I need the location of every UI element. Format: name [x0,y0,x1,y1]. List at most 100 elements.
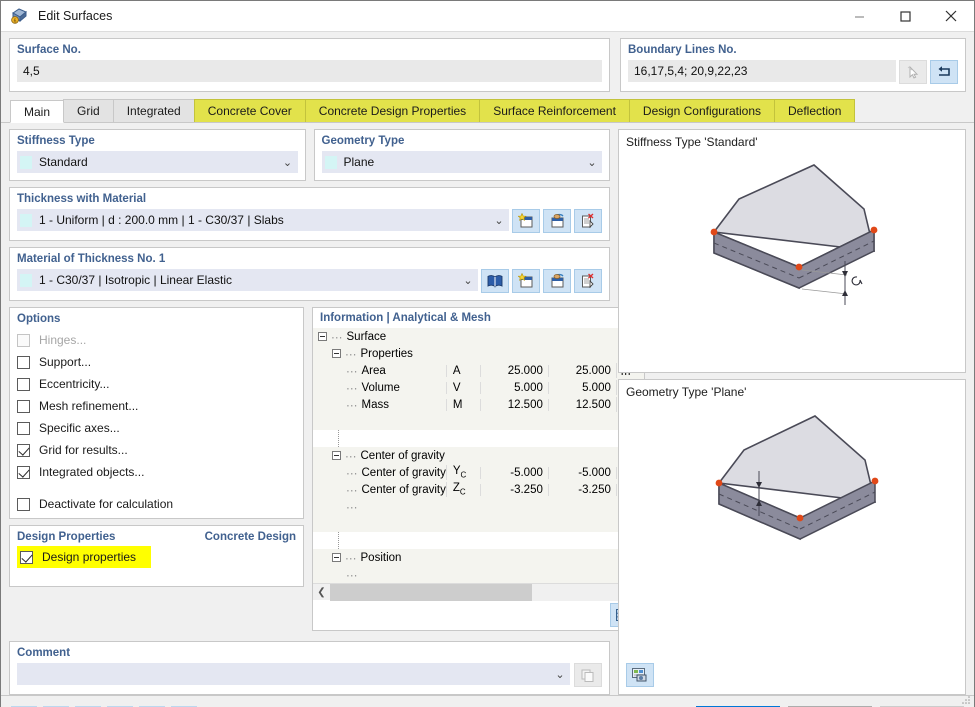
checkbox-deactivate-for-calculation[interactable] [17,498,30,511]
cell-value-2: 25.000 [548,365,616,377]
checkbox-specific-axes[interactable] [17,422,30,435]
chevron-down-icon: ⌄ [582,156,602,169]
option-eccentricity[interactable]: Eccentricity... [17,373,296,395]
tree-row-surface[interactable]: ⋯ Surface [313,328,644,345]
close-button[interactable] [928,1,974,32]
material-group: Material of Thickness No. 1 1 - C30/37 |… [9,247,610,301]
surface-no-input[interactable]: 4,5 [17,60,602,82]
scroll-thumb[interactable] [330,584,532,601]
cell-symbol: M [446,399,480,411]
table-row-spacer [313,515,644,532]
geometry-type-select[interactable]: Plane ⌄ [322,151,603,173]
tree-label: Center of gravity [362,484,446,496]
edit-thickness-icon[interactable] [543,209,571,233]
new-thickness-icon[interactable] [512,209,540,233]
top-fields-row: Surface No. 4,5 Boundary Lines No. 16,17… [1,32,974,94]
left-column: Stiffness Type Standard ⌄ Geometry Type … [9,129,610,695]
option-deactivate-for-calculation[interactable]: Deactivate for calculation [17,493,296,515]
stiffness-type-group: Stiffness Type Standard ⌄ [9,129,306,181]
cell-value-1: 12.500 [480,399,548,411]
stiffness-swatch [20,156,32,169]
tab-main[interactable]: Main [10,100,64,123]
stiffness-preview-label: Stiffness Type 'Standard' [619,130,965,149]
right-column: Stiffness Type 'Standard' [618,129,966,695]
information-hscrollbar[interactable]: ❮ ❯ [313,583,644,600]
thickness-swatch [20,214,32,227]
resize-grip[interactable] [961,694,971,704]
information-tree[interactable]: ⋯ Surface ⋯ Properties [313,328,644,583]
tab-integrated[interactable]: Integrated [113,99,195,122]
cell-symbol: V [446,382,480,394]
thickness-group: Thickness with Material 1 - Uniform | d … [9,187,610,241]
cell-value-2: -3.250 [548,484,616,496]
design-properties-checkbox-row[interactable]: Design properties [17,546,151,568]
comment-label: Comment [17,647,602,659]
checkbox-mesh-refinement[interactable] [17,400,30,413]
expander-icon[interactable] [332,553,341,562]
comment-input[interactable]: ⌄ [17,663,570,685]
checkbox-grid-for-results[interactable] [17,444,30,457]
checkbox-eccentricity[interactable] [17,378,30,391]
title-bar: 6 Edit Surfaces [1,1,974,32]
tab-deflection[interactable]: Deflection [774,99,855,122]
geometry-preview: Geometry Type 'Plane' [618,379,966,695]
surface-no-label: Surface No. [17,44,602,56]
pick-cursor-icon[interactable] [899,60,927,84]
maximize-button[interactable] [882,1,928,32]
expander-icon[interactable] [332,349,341,358]
boundary-lines-label: Boundary Lines No. [628,44,958,56]
checkbox-support[interactable] [17,356,30,369]
checkbox-hinges[interactable] [17,334,30,347]
window-controls [836,1,974,32]
material-library-icon[interactable] [481,269,509,293]
scroll-track[interactable] [330,584,627,601]
boundary-lines-input[interactable]: 16,17,5,4; 20,9,22,23 [628,60,896,82]
tab-surface-reinforcement[interactable]: Surface Reinforcement [479,99,630,122]
expander-icon[interactable] [332,451,341,460]
option-specific-axes[interactable]: Specific axes... [17,417,296,439]
geometry-preview-footer [626,663,654,687]
checkbox-integrated-objects[interactable] [17,466,30,479]
stiffness-type-select[interactable]: Standard ⌄ [17,151,298,173]
copy-comment-icon[interactable] [574,663,602,687]
table-row[interactable]: ⋯ Center of gravity YC -5.000 -5.000 m [313,464,644,481]
table-row[interactable]: ⋯ [313,566,644,583]
table-row[interactable]: ⋯ Center of gravity ZC -3.250 -3.250 m [313,481,644,498]
table-row[interactable]: ⋯ [313,498,644,515]
cell-value-2: 12.500 [548,399,616,411]
bottom-bar: 0,00 A [1,695,974,707]
option-grid-for-results[interactable]: Grid for results... [17,439,296,461]
option-support[interactable]: Support... [17,351,296,373]
table-row[interactable]: ⋯ Mass M 12.500 12.500 t [313,396,644,413]
tree-row-properties[interactable]: ⋯ Properties [313,345,644,362]
delete-material-icon[interactable] [574,269,602,293]
render-image-icon[interactable] [626,663,654,687]
material-select[interactable]: 1 - C30/37 | Isotropic | Linear Elastic … [17,269,478,291]
option-hinges[interactable]: Hinges... [17,329,296,351]
tab-grid[interactable]: Grid [63,99,114,122]
checkbox-design-properties[interactable] [20,551,33,564]
delete-thickness-icon[interactable] [574,209,602,233]
option-integrated-objects[interactable]: Integrated objects... [17,461,296,483]
edit-material-icon[interactable] [543,269,571,293]
table-row[interactable]: ⋯ Area A 25.000 25.000 m2 [313,362,644,379]
option-mesh-refinement[interactable]: Mesh refinement... [17,395,296,417]
table-row[interactable]: ⋯ Volume V 5.000 5.000 m3 [313,379,644,396]
scroll-left-icon[interactable]: ❮ [313,587,330,598]
tab-design-configurations[interactable]: Design Configurations [629,99,775,122]
tab-concrete-cover[interactable]: Concrete Cover [194,99,306,122]
new-material-icon[interactable] [512,269,540,293]
tab-concrete-design-properties[interactable]: Concrete Design Properties [305,99,480,122]
tree-label: Area [362,365,386,377]
chevron-down-icon: ⌄ [458,274,478,287]
tree-row-center-of-gravity[interactable]: ⋯ Center of gravity [313,447,644,464]
options-label: Options [17,313,296,325]
reverse-arrow-icon[interactable] [930,60,958,84]
table-row-blank [313,532,644,549]
minimize-button[interactable] [836,1,882,32]
thickness-select[interactable]: 1 - Uniform | d : 200.0 mm | 1 - C30/37 … [17,209,509,231]
tree-label: Properties [361,348,413,360]
expander-icon[interactable] [318,332,327,341]
option-label: Mesh refinement... [39,399,138,413]
tree-row-surface-orientation[interactable]: ⋯ Position [313,549,644,566]
